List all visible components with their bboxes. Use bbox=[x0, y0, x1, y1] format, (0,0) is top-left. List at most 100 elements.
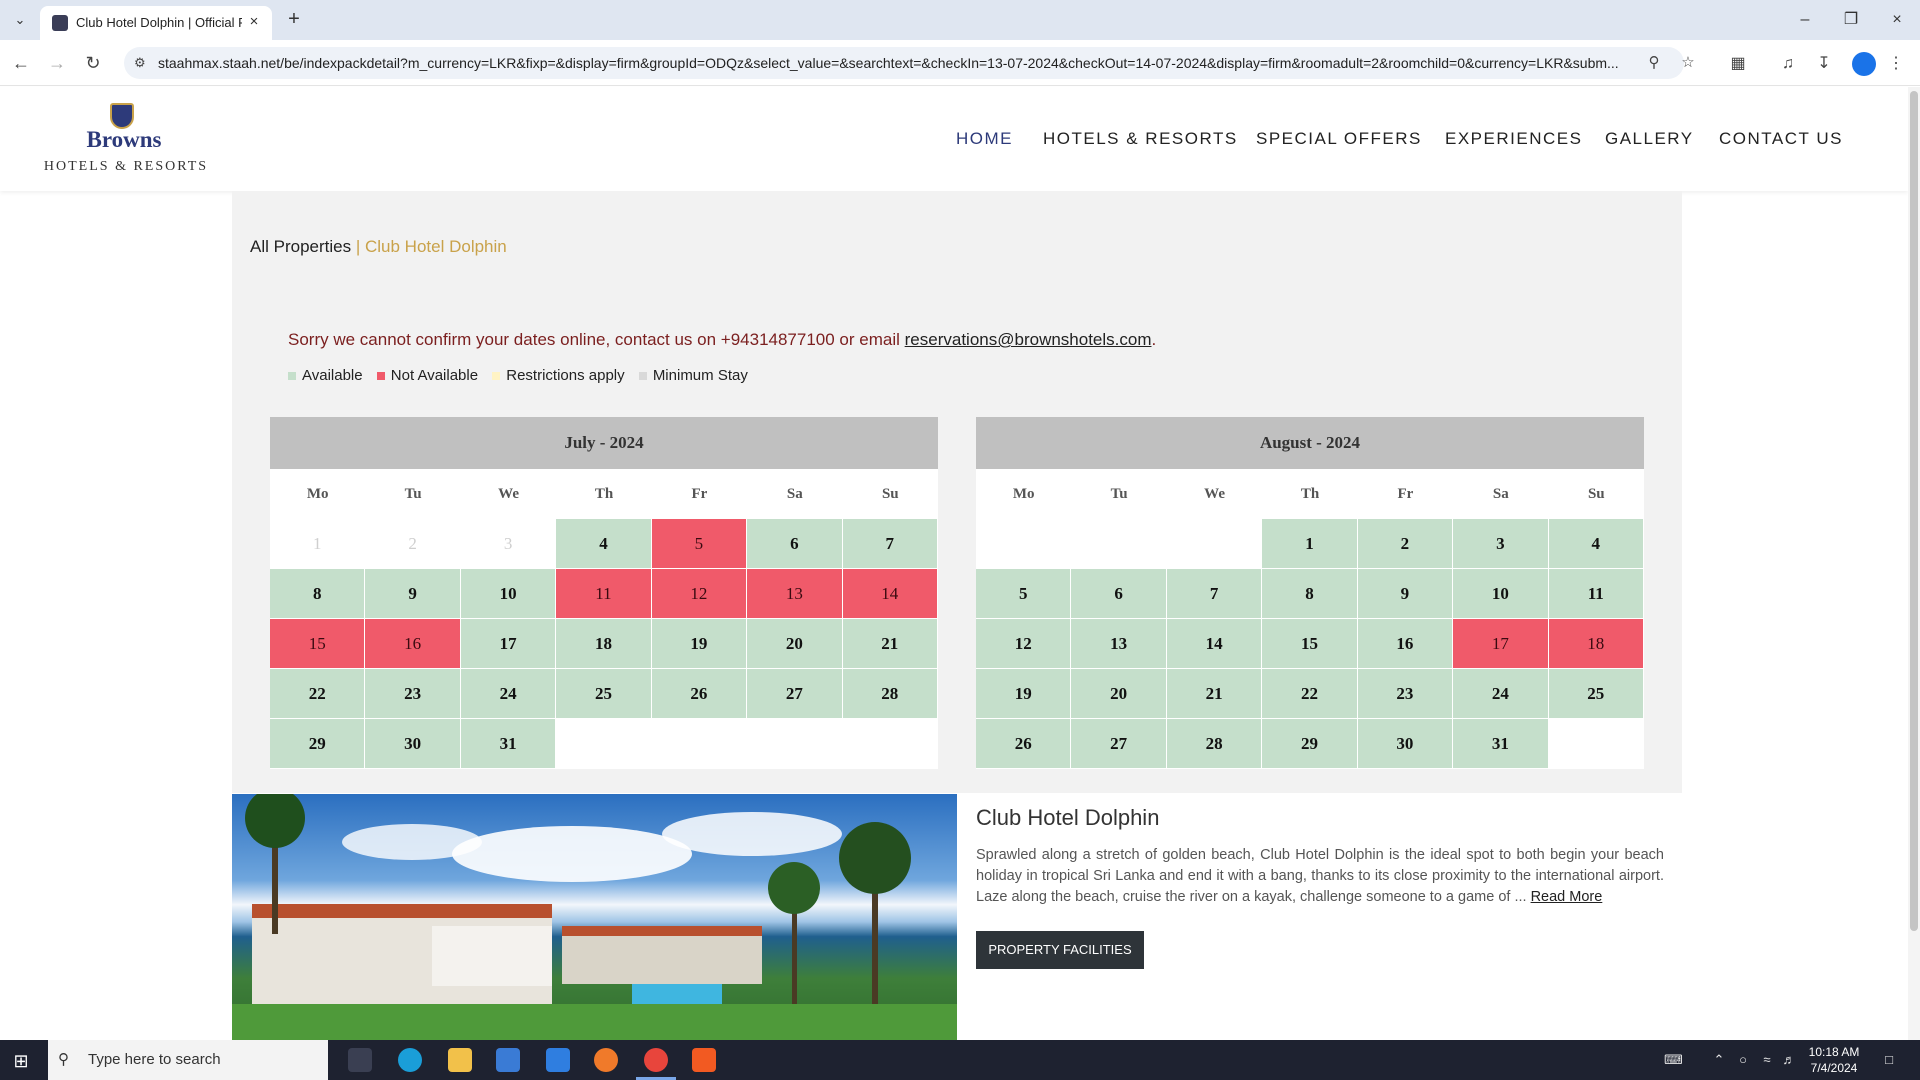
logo-brand[interactable]: Browns bbox=[84, 127, 164, 153]
zoom-icon[interactable]: ⚲ bbox=[1644, 53, 1664, 73]
read-more-link[interactable]: Read More bbox=[1531, 889, 1603, 905]
calendar-day[interactable]: 16 bbox=[365, 619, 461, 669]
calendar-day[interactable]: 11 bbox=[556, 569, 652, 619]
back-icon[interactable]: ← bbox=[8, 50, 34, 76]
more-menu-icon[interactable]: ⋮ bbox=[1884, 52, 1908, 76]
calendar-day[interactable]: 20 bbox=[747, 619, 843, 669]
tab-search-chevron-icon[interactable]: ⌄ bbox=[8, 8, 32, 32]
calendar-day[interactable]: 22 bbox=[1262, 669, 1358, 719]
media-control-icon[interactable]: ♫ bbox=[1776, 52, 1800, 76]
calendar-day[interactable]: 12 bbox=[976, 619, 1072, 669]
site-info-icon[interactable]: ⚙ bbox=[134, 55, 150, 71]
nav-hotels-resorts[interactable]: HOTELS & RESORTS bbox=[1043, 129, 1238, 149]
nav-experiences[interactable]: EXPERIENCES bbox=[1445, 129, 1582, 149]
calendar-day[interactable]: 28 bbox=[842, 669, 938, 719]
window-close-icon[interactable]: × bbox=[1874, 6, 1920, 34]
calendar-day[interactable]: 18 bbox=[1548, 619, 1644, 669]
calendar-day[interactable]: 4 bbox=[1548, 519, 1644, 569]
calendar-day[interactable]: 15 bbox=[270, 619, 366, 669]
calendar-day[interactable]: 7 bbox=[842, 519, 938, 569]
task-view-icon[interactable] bbox=[348, 1048, 372, 1072]
calendar-day[interactable]: 9 bbox=[365, 569, 461, 619]
calendar-day[interactable]: 31 bbox=[1453, 719, 1549, 769]
firefox-icon[interactable] bbox=[594, 1048, 618, 1072]
taskbar-search[interactable]: ⚲ Type here to search bbox=[48, 1040, 328, 1080]
taskbar-clock[interactable]: 10:18 AM 7/4/2024 bbox=[1796, 1044, 1872, 1076]
nav-special-offers[interactable]: SPECIAL OFFERS bbox=[1256, 129, 1422, 149]
calendar-day[interactable]: 17 bbox=[460, 619, 557, 669]
calendar-day[interactable]: 30 bbox=[365, 719, 461, 769]
calendar-day[interactable]: 28 bbox=[1166, 719, 1263, 769]
calendar-day[interactable]: 13 bbox=[747, 569, 843, 619]
windows-start-icon[interactable]: ⊞ bbox=[10, 1050, 32, 1072]
calendar-day[interactable]: 17 bbox=[1453, 619, 1549, 669]
property-facilities-button[interactable]: PROPERTY FACILITIES bbox=[976, 931, 1144, 969]
address-bar[interactable]: ⚙ staahmax.staah.net/be/indexpackdetail?… bbox=[124, 47, 1695, 79]
microsoft-store-icon[interactable] bbox=[496, 1048, 520, 1072]
calendar-day[interactable]: 9 bbox=[1357, 569, 1454, 619]
calendar-day[interactable]: 19 bbox=[976, 669, 1072, 719]
brave-icon[interactable] bbox=[692, 1048, 716, 1072]
calendar-day[interactable]: 30 bbox=[1357, 719, 1454, 769]
calendar-day[interactable]: 8 bbox=[270, 569, 366, 619]
calendar-day[interactable]: 24 bbox=[460, 669, 557, 719]
reservation-email-link[interactable]: reservations@brownshotels.com bbox=[905, 330, 1152, 349]
nav-home[interactable]: HOME bbox=[956, 129, 1013, 149]
calendar-day[interactable]: 29 bbox=[1262, 719, 1358, 769]
calendar-day[interactable]: 27 bbox=[1071, 719, 1167, 769]
calendar-day[interactable]: 25 bbox=[1548, 669, 1644, 719]
chrome-icon[interactable] bbox=[644, 1048, 668, 1072]
meet-now-icon[interactable]: ○ bbox=[1734, 1051, 1752, 1069]
calendar-day[interactable]: 23 bbox=[1357, 669, 1454, 719]
calendar-day[interactable]: 24 bbox=[1453, 669, 1549, 719]
calendar-day[interactable]: 14 bbox=[842, 569, 938, 619]
calendar-day[interactable]: 21 bbox=[1166, 669, 1263, 719]
browser-tab[interactable]: Club Hotel Dolphin | Official Re × bbox=[40, 6, 272, 40]
mail-icon[interactable] bbox=[546, 1048, 570, 1072]
calendar-day[interactable]: 8 bbox=[1262, 569, 1358, 619]
url-text[interactable]: staahmax.staah.net/be/indexpackdetail?m_… bbox=[158, 55, 1638, 71]
downloads-icon[interactable]: ↧ bbox=[1812, 52, 1836, 76]
new-tab-icon[interactable]: + bbox=[282, 8, 306, 32]
taskbar-search-placeholder[interactable]: Type here to search bbox=[88, 1051, 221, 1068]
page-scrollbar[interactable] bbox=[1908, 87, 1920, 1040]
calendar-day[interactable]: 25 bbox=[556, 669, 652, 719]
file-explorer-icon[interactable] bbox=[448, 1048, 472, 1072]
calendar-day[interactable]: 26 bbox=[976, 719, 1072, 769]
calendar-day[interactable]: 22 bbox=[270, 669, 366, 719]
calendar-day[interactable]: 3 bbox=[1453, 519, 1549, 569]
calendar-day[interactable]: 10 bbox=[1453, 569, 1549, 619]
tab-close-icon[interactable]: × bbox=[244, 12, 264, 32]
extensions-icon[interactable]: ▦ bbox=[1726, 52, 1750, 76]
calendar-day[interactable]: 16 bbox=[1357, 619, 1454, 669]
calendar-day[interactable]: 27 bbox=[747, 669, 843, 719]
minimize-icon[interactable]: – bbox=[1782, 6, 1828, 34]
reload-icon[interactable]: ↻ bbox=[80, 50, 106, 76]
logo-subtitle[interactable]: HOTELS & RESORTS bbox=[36, 159, 216, 175]
calendar-day[interactable]: 7 bbox=[1166, 569, 1263, 619]
nav-gallery[interactable]: GALLERY bbox=[1605, 129, 1694, 149]
calendar-day[interactable]: 5 bbox=[976, 569, 1072, 619]
calendar-day[interactable]: 4 bbox=[556, 519, 652, 569]
restore-icon[interactable]: ❐ bbox=[1828, 6, 1874, 34]
calendar-day[interactable]: 13 bbox=[1071, 619, 1167, 669]
calendar-day[interactable]: 1 bbox=[1262, 519, 1358, 569]
calendar-day[interactable]: 5 bbox=[651, 519, 748, 569]
calendar-day[interactable]: 6 bbox=[1071, 569, 1167, 619]
calendar-day[interactable]: 2 bbox=[1357, 519, 1454, 569]
keyboard-icon[interactable]: ⌨ bbox=[1664, 1051, 1683, 1069]
nav-contact-us[interactable]: CONTACT US bbox=[1719, 129, 1843, 149]
calendar-day[interactable]: 19 bbox=[651, 619, 748, 669]
calendar-day[interactable]: 20 bbox=[1071, 669, 1167, 719]
calendar-day[interactable]: 31 bbox=[460, 719, 557, 769]
calendar-day[interactable]: 12 bbox=[651, 569, 748, 619]
calendar-day[interactable]: 21 bbox=[842, 619, 938, 669]
calendar-day[interactable]: 26 bbox=[651, 669, 748, 719]
calendar-day[interactable]: 10 bbox=[460, 569, 557, 619]
calendar-day[interactable]: 6 bbox=[747, 519, 843, 569]
calendar-day[interactable]: 23 bbox=[365, 669, 461, 719]
calendar-day[interactable]: 18 bbox=[556, 619, 652, 669]
tray-chevron-icon[interactable]: ⌃ bbox=[1710, 1051, 1728, 1069]
profile-avatar[interactable] bbox=[1852, 52, 1876, 76]
notifications-icon[interactable]: □ bbox=[1880, 1051, 1898, 1069]
